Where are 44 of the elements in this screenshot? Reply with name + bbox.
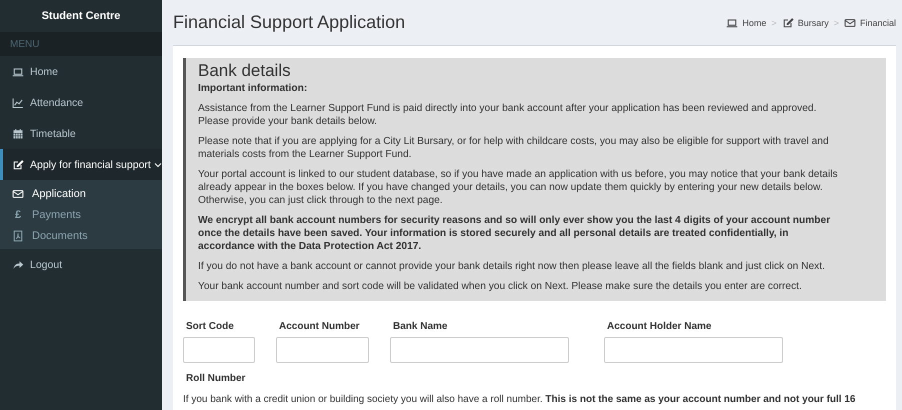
text-field[interactable] (604, 337, 783, 363)
field-label: Sort Code (185, 321, 235, 332)
breadcrumb-separator: > (834, 18, 839, 28)
info-paragraph: Your portal account is linked to our student database, so if you have made an application with us before, you may notice that your bank details already appear in the boxes below. If you have changed your details, you can now update them quickly by entering your new details below. Otherwise, you can just click through to the next page. (198, 168, 839, 207)
breadcrumb-link[interactable]: Home (726, 16, 766, 28)
field-label: Bank Name (392, 321, 448, 332)
section-title: Bank details (198, 64, 292, 77)
page-title: Financial Support Application (173, 12, 406, 33)
field-label: Account Number (278, 321, 361, 332)
document-icon (12, 230, 24, 242)
sidebar-item[interactable]: Timetable (0, 118, 162, 149)
info-paragraph: Assistance from the Learner Support Fund is paid directly into your bank account after your application has been reviewed and approved. Please provide your bank details below. (198, 102, 818, 128)
info-heading: Important information: (198, 82, 308, 95)
edit-icon (12, 158, 24, 170)
breadcrumb-link[interactable]: Bursary (782, 16, 829, 28)
menu-header: MENU (0, 32, 162, 56)
sidebar-item[interactable]: Home (0, 56, 162, 87)
line-chart-icon (12, 96, 24, 108)
sidebar-item[interactable]: Logout (0, 249, 162, 280)
laptop-icon (12, 66, 24, 78)
text-field[interactable] (183, 337, 255, 363)
envelope-icon (12, 188, 24, 200)
sidebar-title: Student Centre (42, 10, 120, 22)
submenu-item[interactable]: £ Payments (0, 204, 162, 225)
breadcrumb-separator: > (771, 18, 777, 28)
share-arrow-icon (12, 258, 24, 270)
edit-icon (782, 16, 794, 28)
text-field[interactable] (390, 337, 569, 363)
info-paragraph: If you do not have a bank account or cannot provide your bank details right now then please leave all the fields blank and just click on Next. (198, 260, 826, 273)
info-paragraph: Please note that if you are applying for a City Lit Bursary, or for help with childcare costs, you may also be eligible for support with travel and materials costs from the Learner Support Fund. (198, 135, 830, 161)
text-field[interactable] (276, 337, 369, 363)
field-label: Account Holder Name (606, 321, 712, 332)
submenu-item[interactable]: Application (0, 183, 162, 204)
envelope-icon (844, 16, 856, 28)
calendar-icon (12, 128, 24, 140)
info-paragraph: Your bank account number and sort code will be validated when you click on Next. Please make sure the details you enter are correct. (198, 280, 803, 293)
sidebar-item[interactable]: Apply for financial support (0, 149, 162, 180)
laptop-icon (726, 16, 738, 28)
roll-number-note: If you bank with a credit union or building society you will also have a roll number. This is not the same as your account number and not your full 16 (183, 394, 856, 405)
info-paragraph: We encrypt all bank account numbers for security reasons and so will only ever show you the last 4 digits of your account number once the details have been saved. Your information is stored securely and all personal details are treated confidentially, in accordance with the Data Protection Act 2017. (198, 214, 832, 253)
breadcrumb-link[interactable]: Financial (844, 16, 896, 28)
sidebar-item[interactable]: Attendance (0, 87, 162, 118)
field-label: Roll Number (185, 373, 246, 384)
submenu-item[interactable]: Documents (0, 225, 162, 246)
